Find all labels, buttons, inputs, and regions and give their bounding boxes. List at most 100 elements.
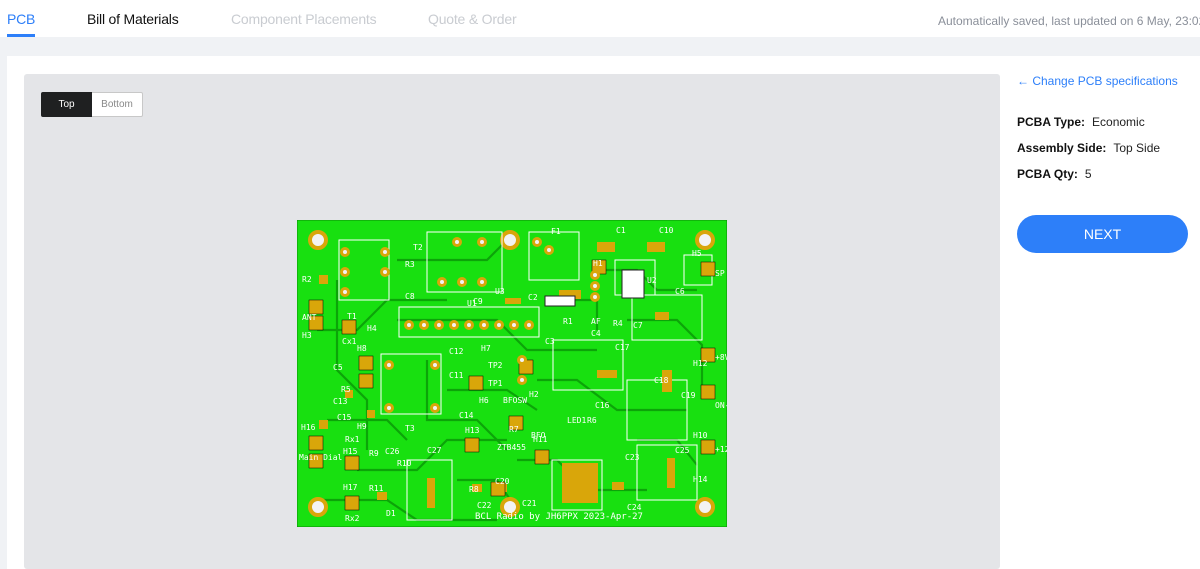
next-button[interactable]: NEXT — [1017, 215, 1188, 253]
board-label: H2 — [529, 390, 539, 399]
board-label: C16 — [595, 401, 610, 410]
board-label: C3 — [545, 337, 555, 346]
assembly-side-value: Top Side — [1113, 141, 1161, 155]
board-label: C7 — [633, 321, 643, 330]
tab-bill-of-materials[interactable]: Bill of Materials — [87, 11, 179, 27]
board-label: AF — [591, 317, 601, 326]
board-side-toggle: Top Bottom — [41, 92, 143, 117]
board-label: C24 — [627, 503, 642, 512]
board-label: LED1 — [567, 416, 586, 425]
board-label: C19 — [681, 391, 696, 400]
board-label: C9 — [473, 297, 483, 306]
board-label: C27 — [427, 446, 442, 455]
board-label: Rx1 — [345, 435, 360, 444]
board-label: ANT — [302, 313, 317, 322]
board-label: H10 — [693, 431, 708, 440]
board-label: TP2 — [488, 361, 503, 370]
assembly-side-row: Assembly Side: Top Side — [1017, 141, 1160, 155]
board-label: R8 — [469, 485, 479, 494]
board-label: R1 — [563, 317, 573, 326]
board-label: C20 — [495, 477, 510, 486]
bottom-side-button[interactable]: Bottom — [92, 92, 143, 117]
change-pcb-specifications-link[interactable]: ← Change PCB specifications — [1017, 74, 1178, 88]
board-label: T2 — [413, 243, 423, 252]
pcb-board-render: T2 F1 C1 C10 R3 C8 T1 H4 Cx1 H8 C12 H7 T… — [297, 220, 727, 527]
assembly-side-label: Assembly Side: — [1017, 141, 1107, 155]
board-label: T1 — [347, 312, 357, 321]
board-label: R10 — [397, 459, 412, 468]
board-label: H4 — [367, 324, 377, 333]
board-label: C25 — [675, 446, 690, 455]
tab-quote-order[interactable]: Quote & Order — [428, 11, 517, 27]
board-label: Main Dial — [299, 453, 343, 462]
board-label: C6 — [675, 287, 685, 296]
board-label: H1 — [593, 259, 603, 268]
board-label: R4 — [613, 319, 623, 328]
tab-pcb[interactable]: PCB — [7, 11, 35, 27]
pcba-type-label: PCBA Type: — [1017, 115, 1086, 129]
board-label: ON-OFF-ON — [715, 401, 727, 410]
board-label: Rx2 — [345, 514, 360, 523]
board-label: H6 — [479, 396, 489, 405]
board-label: R2 — [302, 275, 312, 284]
board-label: BFOSW — [503, 396, 527, 405]
top-side-button[interactable]: Top — [41, 92, 92, 117]
board-label: U3 — [495, 287, 505, 296]
board-label: C4 — [591, 329, 601, 338]
board-label: C5 — [333, 363, 343, 372]
board-label: H13 — [465, 426, 480, 435]
board-label: H7 — [481, 344, 491, 353]
board-label: F1 — [551, 227, 561, 236]
board-label: H17 — [343, 483, 358, 492]
board-label: R9 — [369, 449, 379, 458]
tab-component-placements[interactable]: Component Placements — [231, 11, 377, 27]
board-label: C12 — [449, 347, 464, 356]
board-label: C26 — [385, 447, 400, 456]
pcb-board-image[interactable]: T2 F1 C1 C10 R3 C8 T1 H4 Cx1 H8 C12 H7 T… — [297, 220, 727, 527]
board-label: ZTB455 — [497, 443, 526, 452]
board-label: C13 — [333, 397, 348, 406]
board-label: R3 — [405, 260, 415, 269]
board-label: H9 — [357, 422, 367, 431]
board-label: C15 — [337, 413, 352, 422]
board-label: T3 — [405, 424, 415, 433]
board-label: +12V — [715, 445, 727, 454]
board-label: D1 — [386, 509, 396, 518]
pcba-qty-label: PCBA Qty: — [1017, 167, 1078, 181]
board-label: SP — [715, 269, 725, 278]
board-label: H5 — [692, 249, 702, 258]
board-label: C8 — [405, 292, 415, 301]
active-tab-indicator — [7, 34, 35, 37]
board-credit-text: BCL Radio by JH6PPX 2023-Apr-27 — [475, 512, 643, 522]
board-label: +8V — [715, 353, 727, 362]
board-label: BFO — [531, 431, 546, 440]
board-label: R5 — [341, 385, 351, 394]
board-label: H15 — [343, 447, 358, 456]
board-label: H16 — [301, 423, 316, 432]
board-label: H3 — [302, 331, 312, 340]
board-label: Cx1 — [342, 337, 357, 346]
top-tab-bar: PCB Bill of Materials Component Placemen… — [0, 0, 1200, 37]
board-label: C17 — [615, 343, 630, 352]
board-label: R11 — [369, 484, 384, 493]
board-label: C18 — [654, 376, 669, 385]
board-label: TP1 — [488, 379, 503, 388]
board-label: C1 — [616, 226, 626, 235]
board-label: C23 — [625, 453, 640, 462]
board-label: C11 — [449, 371, 464, 380]
autosave-status: Automatically saved, last updated on 6 M… — [938, 14, 1200, 28]
board-label: H8 — [357, 344, 367, 353]
board-label: C14 — [459, 411, 474, 420]
board-label: H14 — [693, 475, 708, 484]
board-label: U2 — [647, 276, 657, 285]
pcba-qty-value: 5 — [1084, 167, 1092, 181]
pcba-qty-row: PCBA Qty: 5 — [1017, 167, 1092, 181]
board-label: C10 — [659, 226, 674, 235]
pcba-type-row: PCBA Type: Economic — [1017, 115, 1145, 129]
board-label: H12 — [693, 359, 708, 368]
board-label: R6 — [587, 416, 597, 425]
board-label: C22 — [477, 501, 492, 510]
board-label: C21 — [522, 499, 537, 508]
pcba-type-value: Economic — [1092, 115, 1145, 129]
board-label: R7 — [509, 425, 519, 434]
